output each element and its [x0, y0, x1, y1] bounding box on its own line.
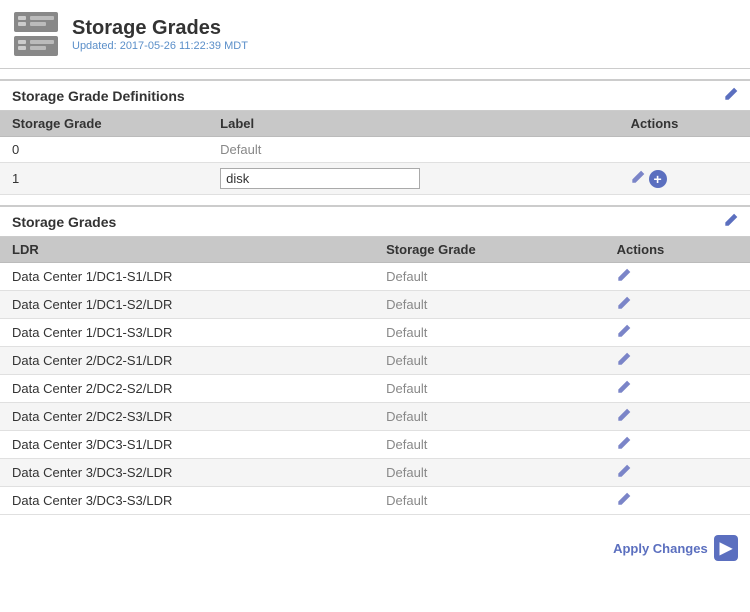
grade-grade-cell: Default [374, 347, 604, 375]
grades-section: Storage Grades LDR Storage Grade Actions… [0, 205, 750, 515]
grade-edit-pencil-icon[interactable] [617, 382, 631, 397]
apply-changes-button[interactable]: Apply Changes ▶ [613, 535, 738, 561]
grade-grade-cell: Default [374, 263, 604, 291]
definitions-row: 1+ [0, 163, 750, 195]
apply-changes-arrow-icon: ▶ [714, 535, 738, 561]
grade-actions-cell [605, 291, 750, 319]
grades-row: Data Center 3/DC3-S1/LDRDefault [0, 431, 750, 459]
page-header: Storage Grades Updated: 2017-05-26 11:22… [0, 0, 750, 69]
def-actions-cell [619, 137, 750, 163]
definitions-row: 0Default [0, 137, 750, 163]
grade-actions-cell [605, 375, 750, 403]
grade-ldr-cell: Data Center 3/DC3-S2/LDR [0, 459, 374, 487]
grade-actions-cell [605, 347, 750, 375]
grade-ldr-cell: Data Center 1/DC1-S2/LDR [0, 291, 374, 319]
grade-actions-cell [605, 319, 750, 347]
grade-col-grade: Storage Grade [374, 237, 604, 263]
def-label-cell[interactable] [208, 163, 618, 195]
def-actions-cell: + [619, 163, 750, 195]
grade-col-actions: Actions [605, 237, 750, 263]
definitions-section-header: Storage Grade Definitions [0, 79, 750, 111]
def-grade-cell: 1 [0, 163, 208, 195]
grade-grade-cell: Default [374, 487, 604, 515]
grade-edit-pencil-icon[interactable] [617, 494, 631, 509]
grade-grade-cell: Default [374, 291, 604, 319]
page-footer: Apply Changes ▶ [0, 525, 750, 571]
grade-col-ldr: LDR [0, 237, 374, 263]
grade-actions-cell [605, 403, 750, 431]
grades-table: LDR Storage Grade Actions Data Center 1/… [0, 237, 750, 515]
def-label-input[interactable] [220, 168, 420, 189]
grades-row: Data Center 1/DC1-S2/LDRDefault [0, 291, 750, 319]
grades-row: Data Center 3/DC3-S3/LDRDefault [0, 487, 750, 515]
grades-row: Data Center 2/DC2-S1/LDRDefault [0, 347, 750, 375]
grades-row: Data Center 2/DC2-S3/LDRDefault [0, 403, 750, 431]
page-title: Storage Grades [72, 16, 248, 40]
apply-changes-label: Apply Changes [613, 541, 708, 556]
grade-edit-pencil-icon[interactable] [617, 466, 631, 481]
grade-ldr-cell: Data Center 1/DC1-S1/LDR [0, 263, 374, 291]
grade-edit-pencil-icon[interactable] [617, 438, 631, 453]
def-label-cell: Default [208, 137, 618, 163]
grade-edit-pencil-icon[interactable] [617, 298, 631, 313]
grade-ldr-cell: Data Center 2/DC2-S1/LDR [0, 347, 374, 375]
grades-section-title: Storage Grades [12, 214, 116, 230]
def-grade-cell: 0 [0, 137, 208, 163]
grades-row: Data Center 2/DC2-S2/LDRDefault [0, 375, 750, 403]
grade-ldr-cell: Data Center 2/DC2-S2/LDR [0, 375, 374, 403]
grade-edit-pencil-icon[interactable] [617, 354, 631, 369]
grades-row: Data Center 1/DC1-S3/LDRDefault [0, 319, 750, 347]
grades-edit-icon[interactable] [724, 213, 738, 230]
grade-actions-cell [605, 459, 750, 487]
grade-grade-cell: Default [374, 375, 604, 403]
grade-ldr-cell: Data Center 3/DC3-S3/LDR [0, 487, 374, 515]
def-col-label: Label [208, 111, 618, 137]
grade-ldr-cell: Data Center 3/DC3-S1/LDR [0, 431, 374, 459]
page-updated: Updated: 2017-05-26 11:22:39 MDT [72, 40, 248, 52]
definitions-section-title: Storage Grade Definitions [12, 88, 185, 104]
grade-ldr-cell: Data Center 2/DC2-S3/LDR [0, 403, 374, 431]
grade-edit-pencil-icon[interactable] [617, 410, 631, 425]
grades-row: Data Center 3/DC3-S2/LDRDefault [0, 459, 750, 487]
definitions-edit-icon[interactable] [724, 87, 738, 104]
grades-row: Data Center 1/DC1-S1/LDRDefault [0, 263, 750, 291]
grade-actions-cell [605, 431, 750, 459]
def-col-grade: Storage Grade [0, 111, 208, 137]
definitions-table: Storage Grade Label Actions 0Default1+ [0, 111, 750, 195]
grade-edit-pencil-icon[interactable] [617, 326, 631, 341]
grade-edit-pencil-icon[interactable] [617, 270, 631, 285]
grade-grade-cell: Default [374, 403, 604, 431]
grade-actions-cell [605, 263, 750, 291]
grade-grade-cell: Default [374, 319, 604, 347]
grade-actions-cell [605, 487, 750, 515]
definitions-section: Storage Grade Definitions Storage Grade … [0, 79, 750, 195]
grades-section-header: Storage Grades [0, 205, 750, 237]
def-edit-pencil-icon[interactable] [631, 170, 645, 187]
grade-ldr-cell: Data Center 1/DC1-S3/LDR [0, 319, 374, 347]
grade-grade-cell: Default [374, 459, 604, 487]
page-icon [12, 10, 60, 58]
grade-grade-cell: Default [374, 431, 604, 459]
def-col-actions: Actions [619, 111, 750, 137]
def-add-icon[interactable]: + [649, 170, 667, 188]
